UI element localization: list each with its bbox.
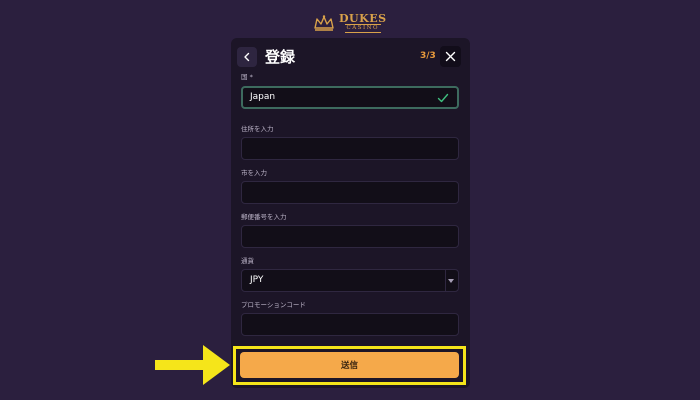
close-icon: [445, 51, 456, 62]
step-indicator: 3/3: [420, 51, 436, 61]
crown-icon: [314, 15, 334, 31]
back-button[interactable]: [237, 47, 257, 67]
checkmark-icon: [437, 93, 449, 103]
address-label: 住所を入力: [241, 125, 274, 133]
promo-code-input[interactable]: [241, 313, 459, 336]
postal-code-input[interactable]: [241, 225, 459, 248]
logo-subtitle: CASINO: [344, 24, 381, 33]
postal-code-label: 郵便番号を入力: [241, 213, 287, 221]
country-field[interactable]: Japan: [241, 86, 459, 109]
city-label: 市を入力: [241, 169, 267, 177]
caret-down-icon: [448, 279, 454, 283]
logo-wordmark: DUKES: [339, 12, 387, 25]
country-value: Japan: [250, 92, 276, 102]
city-input[interactable]: [241, 181, 459, 204]
promo-code-label: プロモーションコード: [241, 301, 306, 309]
close-button[interactable]: [440, 46, 461, 67]
dukes-casino-logo: DUKES CASINO: [313, 12, 389, 34]
modal-title: 登録: [265, 48, 296, 66]
currency-label: 通貨: [241, 257, 254, 265]
select-divider: [445, 270, 446, 291]
currency-value: JPY: [250, 275, 264, 285]
currency-select[interactable]: JPY: [241, 269, 459, 292]
address-input[interactable]: [241, 137, 459, 160]
country-label: 国 *: [241, 73, 253, 81]
chevron-left-icon: [244, 52, 250, 62]
arrow-right-icon: [155, 345, 230, 385]
submit-button[interactable]: 送信: [240, 352, 459, 378]
